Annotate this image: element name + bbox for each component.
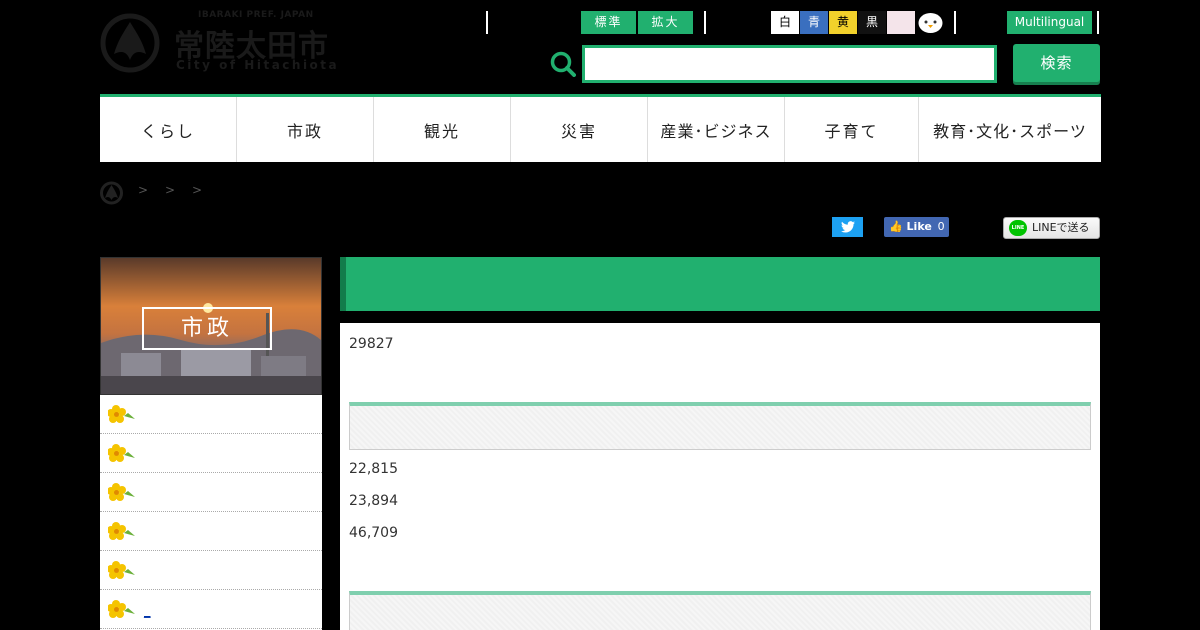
breadcrumb-separator: > bbox=[138, 183, 149, 197]
facebook-like-label: Like bbox=[906, 220, 932, 233]
page-title-bar bbox=[340, 257, 1100, 311]
header-divider bbox=[1097, 11, 1099, 34]
line-share-button[interactable]: LINE LINEで送る bbox=[1003, 217, 1100, 239]
color-black-button[interactable]: 黒 bbox=[858, 11, 886, 34]
sidebar-item[interactable]: _ bbox=[100, 590, 322, 629]
header-divider bbox=[486, 11, 488, 34]
main-content: 29827 22,815 23,894 46,709 bbox=[340, 323, 1100, 630]
breadcrumb-separator: > bbox=[165, 183, 176, 197]
nav-item-living[interactable]: くらし bbox=[100, 97, 237, 162]
logo-english-name: City of Hitachiota bbox=[176, 58, 340, 72]
page-id-text: 29827 bbox=[349, 336, 394, 352]
sidebar-item[interactable] bbox=[100, 395, 322, 434]
color-yellow-button[interactable]: 黄 bbox=[829, 11, 857, 34]
facebook-like-button[interactable]: 👍 Like 0 bbox=[884, 217, 949, 237]
city-emblem-icon bbox=[100, 13, 160, 73]
nav-item-business[interactable]: 産業･ビジネス bbox=[648, 97, 785, 162]
nav-item-disaster[interactable]: 災害 bbox=[511, 97, 648, 162]
breadcrumb-separator: > bbox=[192, 183, 203, 197]
flower-bullet-icon bbox=[108, 600, 135, 618]
sidebar-item[interactable] bbox=[100, 512, 322, 551]
font-size-large-button[interactable]: 拡大 bbox=[638, 11, 693, 34]
color-pattern-button[interactable] bbox=[887, 11, 915, 34]
twitter-share-button[interactable] bbox=[832, 217, 863, 237]
flower-bullet-icon bbox=[108, 405, 135, 423]
sidebar-section-title: 市政 bbox=[142, 307, 272, 350]
sidebar: 市政 _ bbox=[100, 257, 322, 630]
sidebar-menu: _ bbox=[100, 395, 322, 629]
nav-item-tourism[interactable]: 観光 bbox=[374, 97, 511, 162]
sidebar-item-link[interactable]: _ bbox=[144, 604, 160, 619]
sidebar-item[interactable] bbox=[100, 551, 322, 590]
flower-bullet-icon bbox=[108, 522, 135, 540]
flower-bullet-icon bbox=[108, 444, 135, 462]
sidebar-item[interactable] bbox=[100, 434, 322, 473]
font-size-standard-button[interactable]: 標準 bbox=[581, 11, 636, 34]
sidebar-item[interactable] bbox=[100, 473, 322, 512]
color-white-button[interactable]: 白 bbox=[771, 11, 799, 34]
nav-item-city-government[interactable]: 市政 bbox=[237, 97, 374, 162]
home-icon[interactable] bbox=[100, 180, 123, 205]
header-divider bbox=[704, 11, 706, 34]
nav-item-education[interactable]: 教育･文化･スポーツ bbox=[919, 97, 1101, 162]
search-input[interactable] bbox=[582, 45, 997, 83]
flower-bullet-icon bbox=[108, 561, 135, 579]
line-share-label: LINEで送る bbox=[1032, 221, 1090, 234]
stat-value: 22,815 bbox=[349, 461, 398, 477]
twitter-bird-icon bbox=[840, 221, 855, 233]
stat-value: 23,894 bbox=[349, 493, 398, 509]
thumbs-up-icon: 👍 bbox=[889, 220, 903, 233]
sidebar-hero-image: 市政 bbox=[100, 257, 322, 395]
section-heading-box bbox=[349, 402, 1091, 450]
global-nav: くらし 市政 観光 災害 産業･ビジネス 子育て 教育･文化･スポーツ bbox=[100, 94, 1101, 162]
nav-item-childcare[interactable]: 子育て bbox=[785, 97, 919, 162]
stat-value: 46,709 bbox=[349, 525, 398, 541]
mascot-icon[interactable] bbox=[917, 11, 944, 34]
color-blue-button[interactable]: 青 bbox=[800, 11, 828, 34]
header-divider bbox=[954, 11, 956, 34]
search-icon bbox=[550, 51, 576, 77]
site-logo[interactable]: IBARAKI PREF. JAPAN 常陸太田市 City of Hitach… bbox=[100, 8, 340, 78]
facebook-like-count: 0 bbox=[937, 220, 945, 233]
line-icon: LINE bbox=[1009, 220, 1027, 236]
search-button[interactable]: 検索 bbox=[1013, 44, 1100, 82]
logo-english-tagline: IBARAKI PREF. JAPAN bbox=[198, 10, 314, 20]
section-heading-box bbox=[349, 591, 1091, 630]
flower-bullet-icon bbox=[108, 483, 135, 501]
multilingual-button[interactable]: Multilingual bbox=[1007, 11, 1092, 34]
